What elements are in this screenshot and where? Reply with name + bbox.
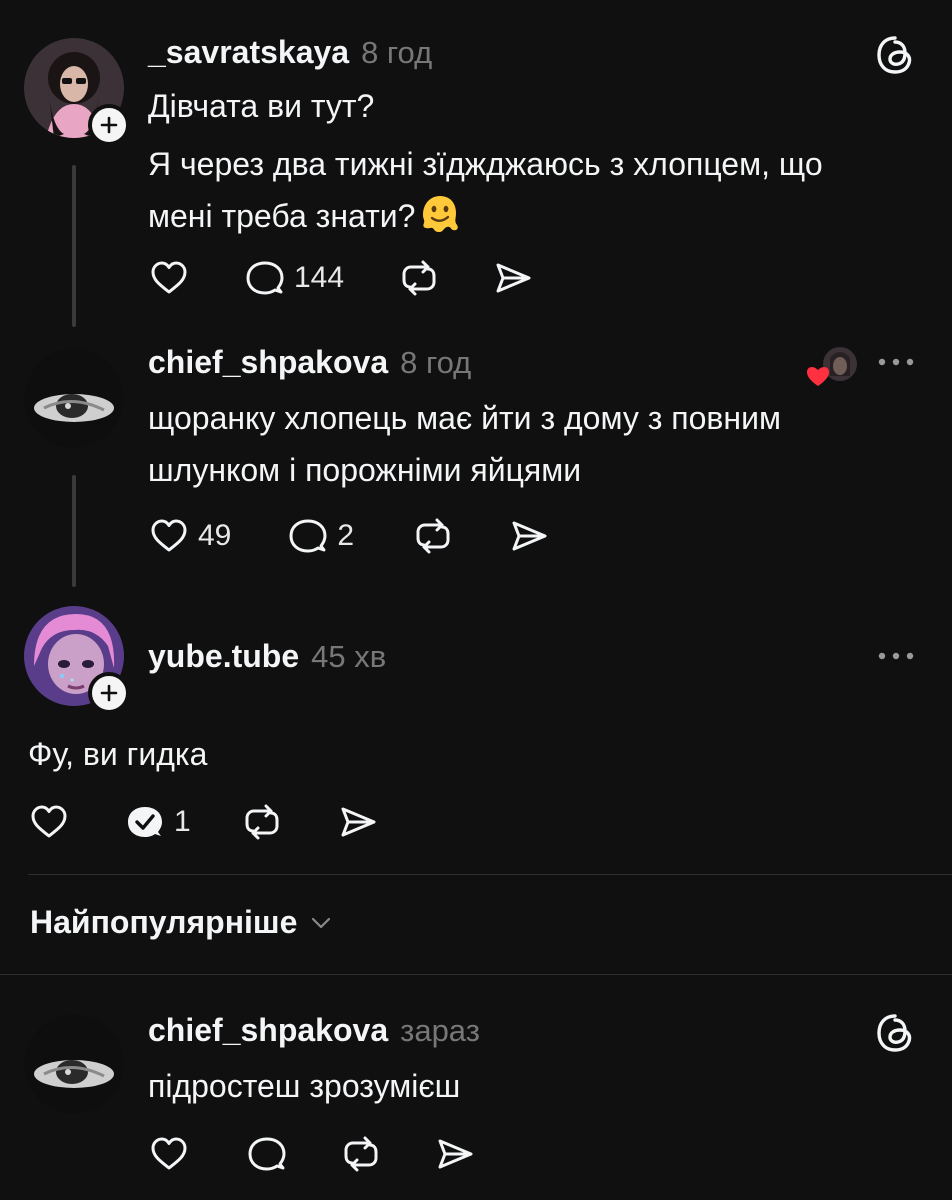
reply-count: 2 (337, 519, 355, 552)
like-button[interactable]: 49 (148, 515, 231, 557)
repost-button[interactable] (412, 515, 454, 557)
username[interactable]: chief_shpakova (148, 1012, 388, 1049)
share-icon (438, 1139, 473, 1169)
timestamp: 8 год (361, 35, 433, 70)
share-button[interactable] (337, 801, 379, 843)
thread-line (72, 475, 76, 587)
share-icon (512, 521, 547, 551)
post-text: щоранку хлопець має йти з дому з повним … (148, 392, 781, 496)
post-chief-shpakova: chief_shpakova 8 год щоранку хлопець має… (0, 340, 952, 600)
follow-plus-button[interactable] (88, 672, 130, 714)
repost-icon (416, 518, 450, 554)
more-icon[interactable] (876, 646, 916, 666)
reply-icon (289, 519, 327, 553)
post-text: підростеш зрозумієш (148, 1060, 460, 1112)
share-button[interactable] (434, 1133, 476, 1175)
like-button[interactable] (148, 1133, 190, 1175)
reply-icon (248, 1137, 286, 1171)
text-line: підростеш зрозумієш (148, 1068, 461, 1104)
text-line: Дівчата ви тут? (148, 88, 375, 124)
reply-count: 1 (174, 805, 191, 838)
share-button[interactable] (492, 257, 534, 299)
more-icon[interactable] (876, 352, 916, 372)
text-line: Я через два тижні зїджджаюсь з хлопцем, … (148, 146, 823, 182)
divider (0, 974, 952, 975)
post-header: _savratskaya 8 год (148, 34, 432, 71)
threads-logo-icon[interactable] (874, 1012, 916, 1054)
share-icon (496, 263, 531, 293)
post-header: yube.tube 45 хв (148, 638, 386, 675)
post-actions (148, 1132, 476, 1176)
text-line: Фу, ви гидка (28, 736, 208, 772)
post-header: chief_shpakova 8 год (148, 344, 471, 381)
text-line: мені треба знати? (148, 198, 416, 234)
reply-count: 144 (294, 261, 345, 294)
like-count: 49 (198, 519, 232, 552)
plus-icon (100, 684, 118, 702)
heart-icon (31, 805, 67, 838)
post-text: Фу, ви гидка (28, 728, 207, 780)
avatar[interactable] (24, 348, 124, 448)
like-button[interactable] (148, 257, 190, 299)
follow-plus-button[interactable] (88, 104, 130, 146)
threads-logo-icon[interactable] (874, 34, 916, 76)
username[interactable]: yube.tube (148, 638, 299, 675)
repost-icon (245, 804, 279, 840)
heart-icon (151, 261, 187, 294)
like-button[interactable] (28, 801, 70, 843)
reply-icon (246, 261, 284, 295)
heart-icon (151, 519, 187, 552)
post-header: chief_shpakova зараз (148, 1012, 480, 1049)
melting-face-icon (423, 196, 459, 232)
timestamp: 45 хв (311, 639, 387, 674)
text-line: шлунком і порожніми яйцями (148, 452, 582, 488)
username[interactable]: _savratskaya (148, 34, 349, 71)
reply-button[interactable]: 1 (124, 801, 191, 843)
share-icon (341, 807, 376, 837)
divider (28, 874, 952, 875)
repost-icon (402, 260, 436, 296)
repost-button[interactable] (340, 1133, 382, 1175)
replied-check-icon (128, 807, 162, 837)
thread-line (72, 165, 76, 327)
avatar[interactable] (24, 1014, 124, 1114)
text-line: щоранку хлопець має йти з дому з повним (148, 400, 781, 436)
heart-icon (151, 1137, 187, 1170)
post-text: Дівчата ви тут? Я через два тижні зїдждж… (148, 80, 823, 242)
share-button[interactable] (508, 515, 550, 557)
post-actions: 1 (28, 800, 379, 844)
timestamp: зараз (400, 1013, 480, 1048)
repost-button[interactable] (398, 257, 440, 299)
chevron-down-icon (312, 917, 331, 928)
repost-button[interactable] (241, 801, 283, 843)
author-liked-avatar (806, 346, 860, 390)
reply-button[interactable] (246, 1133, 288, 1175)
repost-icon (344, 1136, 378, 1172)
reply-button[interactable]: 144 (244, 257, 344, 299)
sort-label: Найпопулярніше (30, 904, 298, 940)
post-savratskaya: _savratskaya 8 год Дівчата ви тут? Я чер… (0, 0, 952, 340)
timestamp: 8 год (400, 345, 472, 380)
post-actions: 144 (148, 256, 534, 300)
post-yube-tube: yube.tube 45 хв Фу, ви гидка 1 (0, 600, 952, 880)
reply-button[interactable]: 2 (287, 515, 354, 557)
post-actions: 49 2 (148, 514, 550, 558)
plus-icon (100, 116, 118, 134)
sort-dropdown[interactable]: Найпопулярніше (30, 904, 333, 941)
post-chief-shpakova-reply: chief_shpakova зараз підростеш зрозумієш (0, 1000, 952, 1200)
text-line-with-emoji: мені треба знати? (148, 190, 823, 242)
username[interactable]: chief_shpakova (148, 344, 388, 381)
